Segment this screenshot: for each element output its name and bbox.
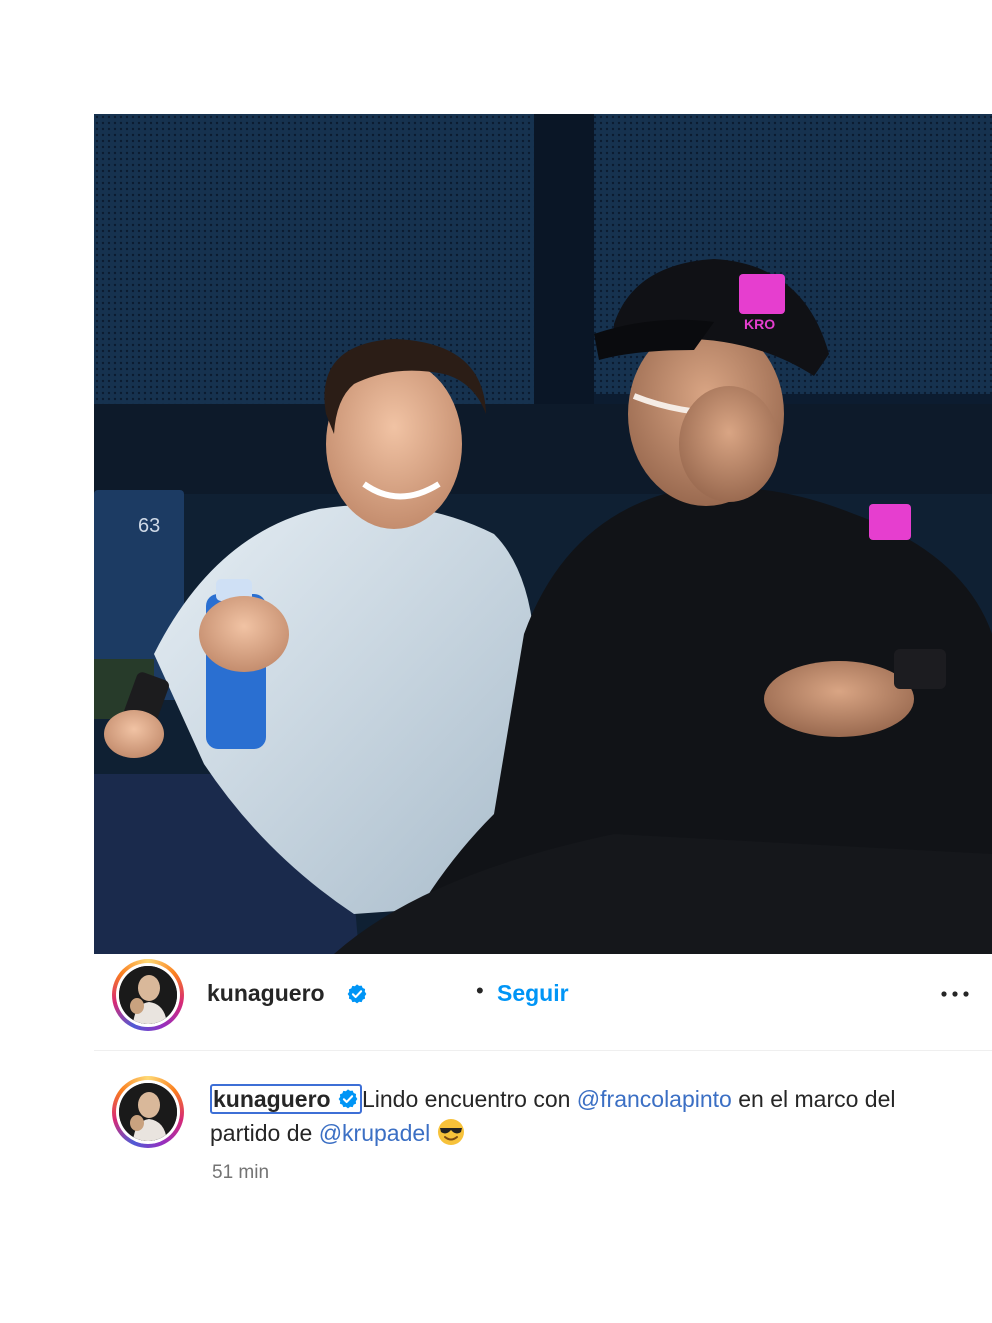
post-header: kunaguero • Seguir [94,954,992,1051]
post-photo[interactable]: 63 KRO [94,114,992,954]
author-username[interactable]: kunaguero [207,980,325,1007]
avatar-image [119,1083,177,1141]
photo-image: 63 KRO [94,114,992,954]
mention-francolapinto[interactable]: @francolapinto [577,1086,732,1112]
mention-krupadel[interactable]: @krupadel [319,1120,431,1146]
post-timestamp[interactable]: 51 min [212,1162,269,1184]
verified-badge-icon [338,1089,358,1109]
avatar-image [119,966,177,1024]
more-horizontal-icon[interactable] [940,989,970,999]
caption-username[interactable]: kunaguero [210,1084,362,1114]
verified-badge-icon [347,984,367,1004]
cap-logo-text: KRO [744,316,775,332]
author-avatar[interactable] [112,959,184,1031]
post-caption: kunaguero Lindo encuentro con @francolap… [210,1082,910,1150]
caption-username-text: kunaguero [213,1086,331,1112]
seat-number: 63 [138,515,160,537]
smiling-face-with-sunglasses-icon [437,1119,464,1145]
follow-button[interactable]: Seguir [497,980,569,1007]
caption-text-part-1: Lindo encuentro con [361,1086,577,1112]
separator-dot: • [476,978,484,1003]
caption-avatar[interactable] [112,1076,184,1148]
